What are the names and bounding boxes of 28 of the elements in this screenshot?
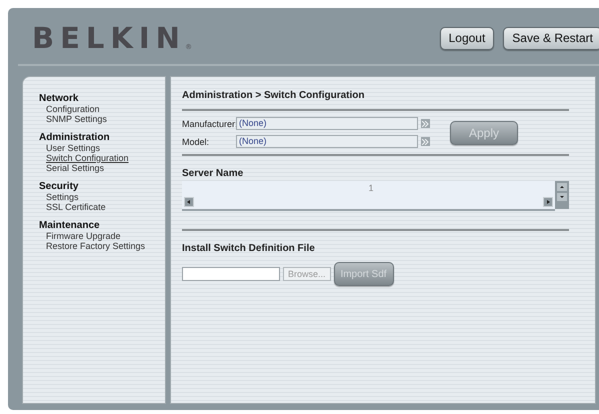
column-heading: Server Name — [182, 168, 244, 179]
field-label: Manufacturer: — [182, 118, 236, 128]
dropdown-field[interactable]: (None) — [236, 117, 418, 130]
field-label: Model: — [182, 136, 210, 146]
nav-link[interactable]: Serial Settings — [46, 163, 104, 173]
nav-link[interactable]: SSL Certificate — [46, 202, 106, 212]
save-restart-button[interactable]: Save & Restart — [503, 26, 599, 50]
nav-link[interactable]: User Settings — [46, 143, 100, 153]
scroll-down-icon[interactable] — [557, 193, 567, 201]
section-heading: Maintenance — [39, 220, 101, 231]
section-heading: Security — [39, 181, 80, 192]
section-heading: Network — [39, 93, 80, 104]
breadcrumb: Administration > Switch Configuration — [182, 90, 364, 100]
file-path-field[interactable] — [182, 267, 280, 281]
nav-link[interactable]: Configuration — [46, 104, 100, 114]
nav-link[interactable]: Settings — [46, 192, 79, 202]
dropdown-field[interactable]: (None) — [236, 135, 418, 148]
scroll-up-icon[interactable] — [557, 183, 567, 191]
scroll-right-icon[interactable] — [543, 197, 553, 207]
logout-button[interactable]: Logout — [440, 26, 494, 50]
scroll-left-icon[interactable] — [184, 197, 194, 207]
nav-link[interactable]: SNMP Settings — [46, 114, 107, 124]
nav-link[interactable]: Restore Factory Settings — [46, 241, 146, 251]
logo: BELKIN — [32, 21, 186, 55]
nav-link[interactable]: Firmware Upgrade — [46, 231, 121, 241]
section-heading: Administration — [39, 132, 111, 143]
nav-link[interactable]: Switch Configuration — [46, 153, 129, 163]
section-heading: Install Switch Definition File — [182, 243, 316, 254]
